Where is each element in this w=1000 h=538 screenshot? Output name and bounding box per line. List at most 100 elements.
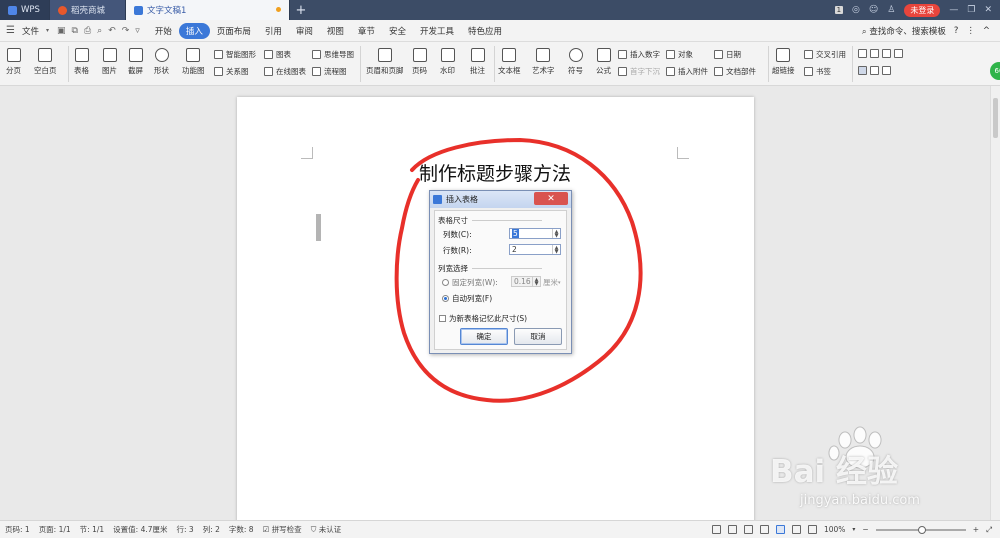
- restore-icon[interactable]: ❐: [967, 5, 975, 15]
- doc-parts-button[interactable]: 文档部件: [714, 66, 756, 77]
- tab-document[interactable]: 文字文稿1: [126, 0, 290, 20]
- online-chart-button[interactable]: 在线图表: [264, 66, 306, 77]
- remember-size-checkbox[interactable]: 为新表格记忆此尺寸(S): [439, 313, 527, 324]
- first-drop-button[interactable]: 首字下沉: [618, 66, 660, 77]
- menu-chapter[interactable]: 章节: [351, 25, 382, 37]
- chart-button[interactable]: 图表: [264, 49, 291, 60]
- auto-width-radio[interactable]: 自动列宽(F): [442, 293, 492, 304]
- menu-home[interactable]: 开始: [148, 25, 179, 37]
- wordart-button[interactable]: 艺术字: [532, 48, 555, 76]
- table-button[interactable]: 表格: [74, 48, 89, 76]
- zoom-in-icon[interactable]: +: [973, 525, 979, 534]
- ok-button[interactable]: 确定: [460, 328, 508, 345]
- fixed-width-stepper[interactable]: 0.16 ▲ ▼: [511, 276, 541, 287]
- export-icon[interactable]: ⧉: [72, 26, 78, 36]
- customize-icon[interactable]: ▿: [135, 26, 140, 36]
- cross-ref-button[interactable]: 交叉引用: [804, 49, 846, 60]
- menu-page-layout[interactable]: 页面布局: [210, 25, 258, 37]
- page-number-button[interactable]: 页码: [412, 48, 427, 76]
- columns-stepper[interactable]: 5 ▲ ▼: [509, 228, 561, 239]
- status-pages[interactable]: 页面: 1/1: [39, 524, 71, 535]
- zoom-out-icon[interactable]: −: [862, 525, 868, 534]
- view-eye-icon[interactable]: [807, 525, 817, 534]
- fixed-width-radio[interactable]: 固定列宽(W):: [442, 277, 498, 288]
- header-footer-button[interactable]: 页眉和页脚: [366, 48, 404, 76]
- status-row[interactable]: 行: 3: [177, 524, 194, 535]
- flowchart-button[interactable]: 流程图: [312, 66, 347, 77]
- comment-button[interactable]: 批注: [470, 48, 485, 76]
- stepper-arrows-icon[interactable]: ▲ ▼: [532, 277, 540, 286]
- page-break-button[interactable]: 分页: [6, 48, 21, 76]
- menu-features[interactable]: 特色应用: [461, 25, 509, 37]
- watermark-button[interactable]: 水印: [440, 48, 455, 76]
- menu-review[interactable]: 审阅: [289, 25, 320, 37]
- view-outline-icon[interactable]: [759, 525, 769, 534]
- hamburger-icon[interactable]: ☰: [6, 25, 15, 36]
- document-title-text[interactable]: 制作标题步骤方法: [419, 159, 571, 186]
- status-setting[interactable]: 设置值: 4.7厘米: [113, 524, 167, 535]
- mind-map-button[interactable]: 思维导图: [312, 49, 354, 60]
- layout-option-1[interactable]: [858, 49, 906, 58]
- relation-chart-button[interactable]: 关系图: [214, 66, 249, 77]
- attachment-button[interactable]: 插入附件: [666, 66, 708, 77]
- vertical-scrollbar[interactable]: [990, 86, 1000, 520]
- undo-icon[interactable]: ↶: [108, 26, 116, 36]
- scrollbar-thumb[interactable]: [993, 98, 998, 138]
- collapse-ribbon-icon[interactable]: ^: [983, 26, 990, 36]
- menu-developer[interactable]: 开发工具: [413, 25, 461, 37]
- notification-badge[interactable]: 1: [834, 6, 844, 14]
- menu-security[interactable]: 安全: [382, 25, 413, 37]
- login-button[interactable]: 未登录: [904, 3, 941, 17]
- shape-button[interactable]: 形状: [154, 48, 169, 76]
- minimize-icon[interactable]: —: [949, 5, 958, 15]
- tab-store[interactable]: 稻壳商城: [50, 0, 126, 20]
- save-icon[interactable]: ▣: [57, 26, 66, 36]
- zoom-slider-knob[interactable]: [917, 525, 926, 534]
- zoom-level[interactable]: 100%: [824, 525, 845, 534]
- hyperlink-button[interactable]: 超链接: [772, 48, 795, 76]
- textbox-button[interactable]: 文本框: [498, 48, 521, 76]
- date-button[interactable]: 日期: [714, 49, 741, 60]
- print-icon[interactable]: ⎙: [84, 26, 91, 36]
- redo-icon[interactable]: ↷: [122, 26, 130, 36]
- more-icon[interactable]: ⋮: [966, 26, 975, 36]
- status-page-num[interactable]: 页码: 1: [5, 524, 30, 535]
- formula-button[interactable]: 公式: [596, 48, 611, 76]
- stepper-arrows-icon[interactable]: ▲ ▼: [552, 229, 560, 238]
- cancel-button[interactable]: 取消: [514, 328, 562, 345]
- stepper-arrows-icon[interactable]: ▲ ▼: [552, 245, 560, 254]
- skin-icon[interactable]: ◎: [852, 5, 860, 15]
- spellcheck-button[interactable]: ☑ 拼写检查: [263, 524, 302, 535]
- search-command[interactable]: ⌕ 查找命令、搜索模板: [862, 25, 946, 37]
- object-button[interactable]: 对象: [666, 49, 693, 60]
- symbol-button[interactable]: 符号: [568, 48, 583, 76]
- fit-window-icon[interactable]: ⤢: [986, 525, 992, 535]
- status-col[interactable]: 列: 2: [203, 524, 220, 535]
- status-section[interactable]: 节: 1/1: [80, 524, 104, 535]
- view-fullscreen-icon[interactable]: [711, 525, 721, 534]
- menu-insert[interactable]: 插入: [178, 22, 210, 39]
- menu-view[interactable]: 视图: [320, 25, 351, 37]
- zoom-slider[interactable]: [875, 525, 966, 534]
- feedback-icon[interactable]: ☺: [869, 5, 878, 15]
- view-reading-icon[interactable]: [727, 525, 737, 534]
- blank-page-button[interactable]: 空白页: [34, 48, 57, 76]
- status-words[interactable]: 字数: 8: [229, 524, 254, 535]
- tab-wps[interactable]: WPS: [0, 0, 50, 20]
- new-tab-button[interactable]: +: [290, 0, 312, 20]
- unit-select[interactable]: 厘米 ▾: [543, 277, 561, 288]
- certification-status[interactable]: ⛉ 未认证: [311, 524, 342, 535]
- preview-icon[interactable]: ⌕: [97, 26, 102, 36]
- insert-number-button[interactable]: 插入数字: [618, 49, 660, 60]
- menu-file[interactable]: 文件: [15, 25, 46, 37]
- rows-stepper[interactable]: 2 ▲ ▼: [509, 244, 561, 255]
- chevron-down-icon[interactable]: ▾: [852, 526, 855, 533]
- view-page-icon[interactable]: [775, 525, 785, 534]
- menu-references[interactable]: 引用: [258, 25, 289, 37]
- shirt-icon[interactable]: ♙: [887, 5, 895, 15]
- dialog-close-button[interactable]: ✕: [534, 192, 568, 205]
- view-edit-icon[interactable]: [743, 525, 753, 534]
- view-web-icon[interactable]: [791, 525, 801, 534]
- smart-shape-button[interactable]: 智能图形: [214, 49, 256, 60]
- help-icon[interactable]: ?: [954, 26, 959, 36]
